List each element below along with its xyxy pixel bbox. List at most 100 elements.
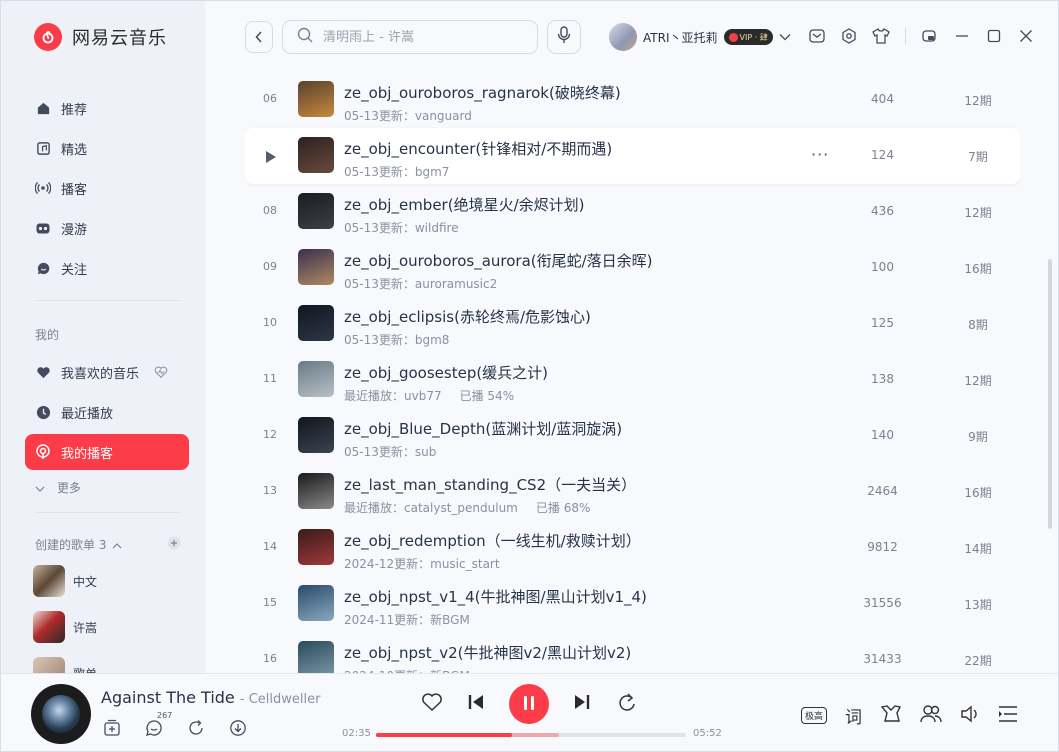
quality-button[interactable]: 极高 [801, 707, 828, 724]
episode-title[interactable]: ze_obj_Blue_Depth(蓝渊计划/蓝洞旋涡) [344, 418, 622, 439]
chat-bubble-icon [35, 260, 51, 276]
minimize-icon[interactable] [952, 25, 972, 47]
episode-row[interactable]: 16ze_obj_npst_v2(牛批神图v2/黑山计划v2)2024-10更新… [245, 632, 1020, 673]
more-toggle[interactable]: 更多 [35, 479, 81, 496]
nav-label: 我喜欢的音乐 [61, 366, 140, 382]
nav-item-liked-music[interactable]: 我喜欢的音乐 [25, 354, 189, 390]
episode-cover[interactable] [298, 305, 334, 341]
episode-title[interactable]: ze_obj_eclipsis(赤轮终焉/危影蚀心) [344, 306, 591, 327]
nav-item-recent[interactable]: 最近播放 [25, 394, 189, 430]
nav-item-featured[interactable]: 精选 [25, 130, 189, 166]
episode-row[interactable]: 11 ze_obj_goosestep(缓兵之计) 最近播放：uvb77 已播 54%… [245, 352, 1020, 408]
chevron-down-icon[interactable] [779, 30, 791, 44]
add-playlist-icon[interactable] [167, 536, 181, 553]
vip-disc-icon [728, 32, 738, 42]
playlist-queue-icon[interactable] [998, 705, 1018, 727]
skin-icon[interactable] [871, 25, 891, 47]
now-playing-cover[interactable] [31, 684, 91, 744]
episode-cover[interactable] [298, 641, 334, 673]
sound-effect-icon[interactable] [880, 704, 902, 728]
episode-cover[interactable] [298, 417, 334, 453]
episode-title[interactable]: ze_obj_ember(绝境星火/余烬计划) [344, 194, 584, 215]
playlist-item[interactable]: 中文 [33, 565, 97, 597]
next-icon[interactable] [574, 694, 590, 714]
episode-cover[interactable] [298, 361, 334, 397]
playlist-item[interactable]: 许嵩 [33, 611, 97, 643]
episode-subtitle: 05-13更新：bgm7 [344, 163, 449, 180]
mini-mode-icon[interactable] [920, 25, 940, 47]
episode-row[interactable]: 15 ze_obj_npst_v1_4(牛批神图/黑山计划v1_4) 2024-11… [245, 576, 1020, 632]
pause-button[interactable] [509, 684, 549, 724]
previous-icon[interactable] [468, 694, 484, 714]
nav-item-podcast[interactable]: 播客 [25, 170, 189, 206]
nav-item-my-podcast[interactable]: 我的播客 [25, 434, 189, 470]
episode-cover[interactable] [298, 473, 334, 509]
voice-search-button[interactable] [547, 20, 581, 54]
download-icon[interactable] [227, 717, 249, 739]
episode-title[interactable]: ze_obj_redemption（一线生机/救赎计划） [344, 530, 641, 551]
search-box[interactable] [282, 20, 538, 54]
created-playlists-header[interactable]: 创建的歌单 3 [35, 536, 181, 553]
volume-icon[interactable] [960, 704, 980, 728]
playlist-item[interactable]: 歌单 [33, 657, 97, 673]
heartbeat-mode-icon[interactable] [153, 364, 169, 380]
scrollbar[interactable] [1048, 259, 1052, 529]
lyrics-button[interactable]: 词 [845, 703, 862, 728]
share-icon[interactable] [185, 717, 207, 739]
episode-cover[interactable] [298, 249, 334, 285]
episode-update: 最近播放：catalyst_pendulum [344, 501, 518, 515]
episode-row[interactable]: ze_obj_encounter(针锋相对/不期而遇) 05-13更新：bgm7 ·… [245, 128, 1020, 184]
episode-title[interactable]: ze_obj_ouroboros_aurora(衔尾蛇/落日余晖) [344, 250, 653, 271]
episode-cover[interactable] [298, 529, 334, 565]
played-progress: 已播 68% [535, 501, 591, 515]
avatar[interactable] [609, 23, 637, 51]
close-icon[interactable] [1016, 25, 1036, 47]
nav-label: 漫游 [61, 222, 88, 238]
song-title[interactable]: Against The Tide [101, 688, 235, 707]
listen-together-icon[interactable] [920, 704, 942, 728]
episode-row[interactable]: 14 ze_obj_redemption（一线生机/救赎计划） 2024-12更新：… [245, 520, 1020, 576]
username[interactable]: ATRI丶亚托莉 [643, 29, 718, 46]
episode-cover[interactable] [298, 585, 334, 621]
user-profile[interactable]: ATRI丶亚托莉 VIP · 肆 [609, 23, 791, 51]
vip-badge[interactable]: VIP · 肆 [723, 29, 773, 45]
episode-cover[interactable] [298, 193, 334, 229]
mail-icon[interactable] [807, 25, 827, 47]
play-icon[interactable] [265, 149, 277, 168]
episode-row[interactable]: 09 ze_obj_ouroboros_aurora(衔尾蛇/落日余晖) 05-13… [245, 240, 1020, 296]
episode-title[interactable]: ze_obj_ouroboros_ragnarok(破晓终幕) [344, 82, 621, 103]
episode-row[interactable]: 08 ze_obj_ember(绝境星火/余烬计划) 05-13更新：wildfir… [245, 184, 1020, 240]
episode-cover[interactable] [298, 81, 334, 117]
more-options-icon[interactable]: ··· [811, 145, 829, 164]
episode-update: 05-13更新：wildfire [344, 221, 459, 235]
nav-item-follow[interactable]: 关注 [25, 250, 189, 286]
comment-icon[interactable]: 267 [143, 711, 172, 739]
episode-row[interactable]: 12 ze_obj_Blue_Depth(蓝渊计划/蓝洞旋涡) 05-13更新：su… [245, 408, 1020, 464]
like-icon[interactable] [421, 692, 443, 716]
episode-title[interactable]: ze_last_man_standing_CS2（一夫当关） [344, 474, 636, 495]
maximize-icon[interactable] [984, 25, 1004, 47]
subscriber-count: 9812 [867, 540, 898, 554]
nav-item-roam[interactable]: 漫游 [25, 210, 189, 246]
episode-title[interactable]: ze_obj_encounter(针锋相对/不期而遇) [344, 138, 612, 159]
nav-item-recommend[interactable]: 推荐 [25, 90, 189, 126]
episode-row[interactable]: 13 ze_last_man_standing_CS2（一夫当关） 最近播放：cat… [245, 464, 1020, 520]
episode-title[interactable]: ze_obj_npst_v1_4(牛批神图/黑山计划v1_4) [344, 586, 647, 607]
vip-label: VIP · 肆 [739, 32, 768, 42]
episode-cover[interactable] [298, 137, 334, 173]
episode-title[interactable]: ze_obj_npst_v2(牛批神图v2/黑山计划v2) [344, 642, 631, 663]
back-button[interactable] [245, 21, 273, 53]
app-logo[interactable]: 网易云音乐 [34, 23, 167, 51]
episode-row[interactable]: 06 ze_obj_ouroboros_ragnarok(破晓终幕) 05-13更新… [245, 72, 1020, 128]
episode-title[interactable]: ze_obj_goosestep(缓兵之计) [344, 362, 548, 383]
nav-label: 我的播客 [61, 446, 114, 462]
search-input[interactable] [323, 29, 523, 45]
settings-icon[interactable] [839, 25, 859, 47]
playlist-label: 许嵩 [73, 620, 98, 635]
repeat-icon[interactable] [615, 692, 637, 716]
progress-bar[interactable] [376, 733, 686, 737]
episode-row[interactable]: 10 ze_obj_eclipsis(赤轮终焉/危影蚀心) 05-13更新：bgm8… [245, 296, 1020, 352]
episode-count: 13期 [964, 598, 992, 612]
add-to-playlist-icon[interactable] [101, 717, 123, 739]
song-artist[interactable]: Celldweller [249, 692, 321, 707]
